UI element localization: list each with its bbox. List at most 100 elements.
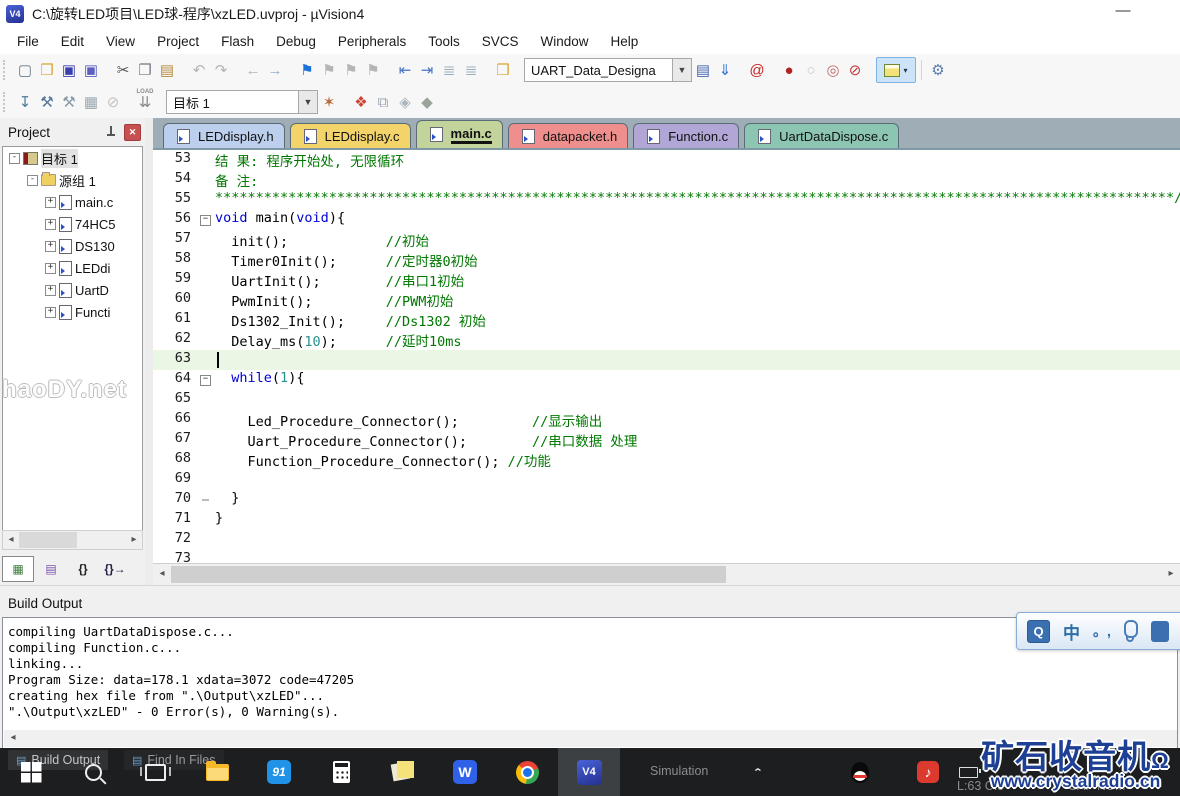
search-combo-dropdown[interactable]: ▼ bbox=[672, 59, 691, 81]
build-output-log[interactable]: compiling UartDataDispose.c...compiling … bbox=[2, 617, 1178, 749]
tree-item-LEDdi[interactable]: +LEDdi bbox=[3, 257, 142, 279]
tree-item-UartD[interactable]: +UartD bbox=[3, 279, 142, 301]
menu-project[interactable]: Project bbox=[146, 31, 210, 52]
expand-box[interactable]: + bbox=[45, 307, 56, 318]
bookmark-clear-icon[interactable]: ⚑ bbox=[362, 59, 384, 81]
configure-wrench-icon[interactable]: ⚙ bbox=[927, 59, 949, 81]
expand-box[interactable]: + bbox=[45, 263, 56, 274]
bookmark-prev-icon[interactable]: ⚑ bbox=[318, 59, 340, 81]
bookmark-next-icon[interactable]: ⚑ bbox=[340, 59, 362, 81]
editor-tab-Function-c[interactable]: Function.c bbox=[633, 123, 739, 148]
editor-tab-datapacket-h[interactable]: datapacket.h bbox=[508, 123, 628, 148]
editor-hscrollbar[interactable]: ◂ ▸ bbox=[153, 563, 1180, 586]
panel-tab-functions[interactable]: {} bbox=[68, 557, 98, 581]
menu-svcs[interactable]: SVCS bbox=[471, 31, 530, 52]
tree-item-main.c[interactable]: +main.c bbox=[3, 191, 142, 213]
start-button[interactable] bbox=[0, 748, 62, 796]
editor-tab-LEDdisplay-c[interactable]: LEDdisplay.c bbox=[290, 123, 411, 148]
save-icon[interactable]: ▣ bbox=[58, 59, 80, 81]
menu-tools[interactable]: Tools bbox=[417, 31, 471, 52]
tree-item-DS130[interactable]: +DS130 bbox=[3, 235, 142, 257]
editor-tab-LEDdisplay-h[interactable]: LEDdisplay.h bbox=[163, 123, 285, 148]
menu-help[interactable]: Help bbox=[600, 31, 650, 52]
ime-microphone-icon[interactable] bbox=[1124, 620, 1138, 638]
breakpoint-icon[interactable]: ● bbox=[778, 59, 800, 81]
cut-icon[interactable]: ✂ bbox=[112, 59, 134, 81]
close-panel-button[interactable]: ✕ bbox=[124, 124, 141, 141]
redo-icon[interactable]: ↷ bbox=[210, 59, 232, 81]
panel-tab-books[interactable]: ▤ bbox=[36, 557, 66, 581]
calculator-icon[interactable] bbox=[310, 748, 372, 796]
bookmark-toggle-icon[interactable]: ⚑ bbox=[296, 59, 318, 81]
scroll-right-arrow[interactable]: ▸ bbox=[127, 533, 141, 547]
panel-tab-templates[interactable]: {}→ bbox=[100, 557, 130, 581]
ime-logo-icon[interactable]: Q bbox=[1027, 620, 1050, 643]
target-select-combo[interactable]: 目标 1 ▼ bbox=[166, 90, 318, 114]
breakpoint-clear-icon[interactable]: ○ bbox=[800, 59, 822, 81]
incremental-find-icon[interactable]: ⇓ bbox=[714, 59, 736, 81]
comment-icon[interactable]: ≣ bbox=[438, 59, 460, 81]
menu-file[interactable]: File bbox=[6, 31, 50, 52]
breakpoint-disable-icon[interactable]: ◎ bbox=[822, 59, 844, 81]
diamond-icon[interactable]: ◈ bbox=[394, 91, 416, 113]
qq-icon[interactable] bbox=[840, 748, 880, 796]
batch-build-icon[interactable]: ▦ bbox=[80, 91, 102, 113]
collapse-box[interactable]: - bbox=[27, 175, 38, 186]
panel-tab-project[interactable]: ▦ bbox=[2, 556, 34, 582]
scroll-thumb[interactable] bbox=[171, 566, 726, 583]
scroll-thumb[interactable] bbox=[19, 532, 77, 548]
ime-punctuation-icon[interactable]: 。, bbox=[1093, 621, 1111, 641]
project-tree-hscrollbar[interactable]: ◂ ▸ bbox=[2, 530, 143, 550]
find-in-doc-icon[interactable]: ▤ bbox=[692, 59, 714, 81]
expand-box[interactable]: + bbox=[45, 285, 56, 296]
indent-right-icon[interactable]: ⇥ bbox=[416, 59, 438, 81]
menu-edit[interactable]: Edit bbox=[50, 31, 95, 52]
paste-icon[interactable]: ▤ bbox=[156, 59, 178, 81]
undo-icon[interactable]: ↶ bbox=[188, 59, 210, 81]
rebuild-all-icon[interactable]: ⚒ bbox=[58, 91, 80, 113]
minimize-button[interactable]: — bbox=[1108, 2, 1138, 24]
magic-wand-icon[interactable]: ✶ bbox=[318, 91, 340, 113]
collapse-box[interactable]: - bbox=[9, 153, 20, 164]
keil-uvision-icon[interactable]: V4 bbox=[558, 748, 620, 796]
expand-box[interactable]: + bbox=[45, 197, 56, 208]
scroll-left-arrow[interactable]: ◂ bbox=[155, 567, 169, 581]
editor-tab-UartDataDispose-c[interactable]: UartDataDispose.c bbox=[744, 123, 899, 148]
sticky-notes-icon[interactable] bbox=[372, 748, 434, 796]
copy-icon[interactable]: ❐ bbox=[134, 59, 156, 81]
forward-icon[interactable]: → bbox=[264, 59, 286, 81]
search-button[interactable] bbox=[62, 748, 124, 796]
debug-windows-button[interactable]: ▾ bbox=[876, 57, 916, 83]
breakpoint-kill-icon[interactable]: ⊘ bbox=[844, 59, 866, 81]
tree-item-Functi[interactable]: +Functi bbox=[3, 301, 142, 323]
dict-app-icon[interactable]: 91 bbox=[248, 748, 310, 796]
tree-item-74HC5[interactable]: +74HC5 bbox=[3, 213, 142, 235]
window-stack-icon[interactable]: ⧉ bbox=[372, 91, 394, 113]
chrome-icon[interactable] bbox=[496, 748, 558, 796]
menu-flash[interactable]: Flash bbox=[210, 31, 265, 52]
tray-chevron-icon[interactable]: ⌃ bbox=[738, 748, 778, 796]
manage-components-icon[interactable]: ❖ bbox=[350, 91, 372, 113]
scroll-left-arrow[interactable]: ◂ bbox=[6, 731, 20, 745]
load-flash-icon[interactable]: ⇊LOAD bbox=[134, 91, 156, 113]
pin-icon[interactable] bbox=[106, 126, 116, 138]
toolbar-grip[interactable] bbox=[3, 92, 10, 112]
indent-left-icon[interactable]: ⇤ bbox=[394, 59, 416, 81]
uncomment-icon[interactable]: ≣ bbox=[460, 59, 482, 81]
build-icon[interactable]: ⚒ bbox=[36, 91, 58, 113]
target-combo-dropdown[interactable]: ▼ bbox=[298, 91, 317, 113]
menu-debug[interactable]: Debug bbox=[265, 31, 327, 52]
open-folder-icon[interactable]: ❒ bbox=[36, 59, 58, 81]
tree-item-源组 1[interactable]: -源组 1 bbox=[3, 169, 142, 191]
tree-item-目标 1[interactable]: -目标 1 bbox=[3, 147, 142, 169]
editor-tab-main-c[interactable]: main.c bbox=[416, 120, 503, 148]
find-all-icon[interactable]: @ bbox=[746, 59, 768, 81]
expand-box[interactable]: + bbox=[45, 241, 56, 252]
translate-icon[interactable]: ↧ bbox=[14, 91, 36, 113]
search-text-combo[interactable]: UART_Data_Designa ▼ bbox=[524, 58, 692, 82]
wps-writer-icon[interactable]: W bbox=[434, 748, 496, 796]
stop-build-icon[interactable]: ⊘ bbox=[102, 91, 124, 113]
expand-box[interactable]: + bbox=[45, 219, 56, 230]
menu-view[interactable]: View bbox=[95, 31, 146, 52]
scroll-right-arrow[interactable]: ▸ bbox=[1164, 567, 1178, 581]
